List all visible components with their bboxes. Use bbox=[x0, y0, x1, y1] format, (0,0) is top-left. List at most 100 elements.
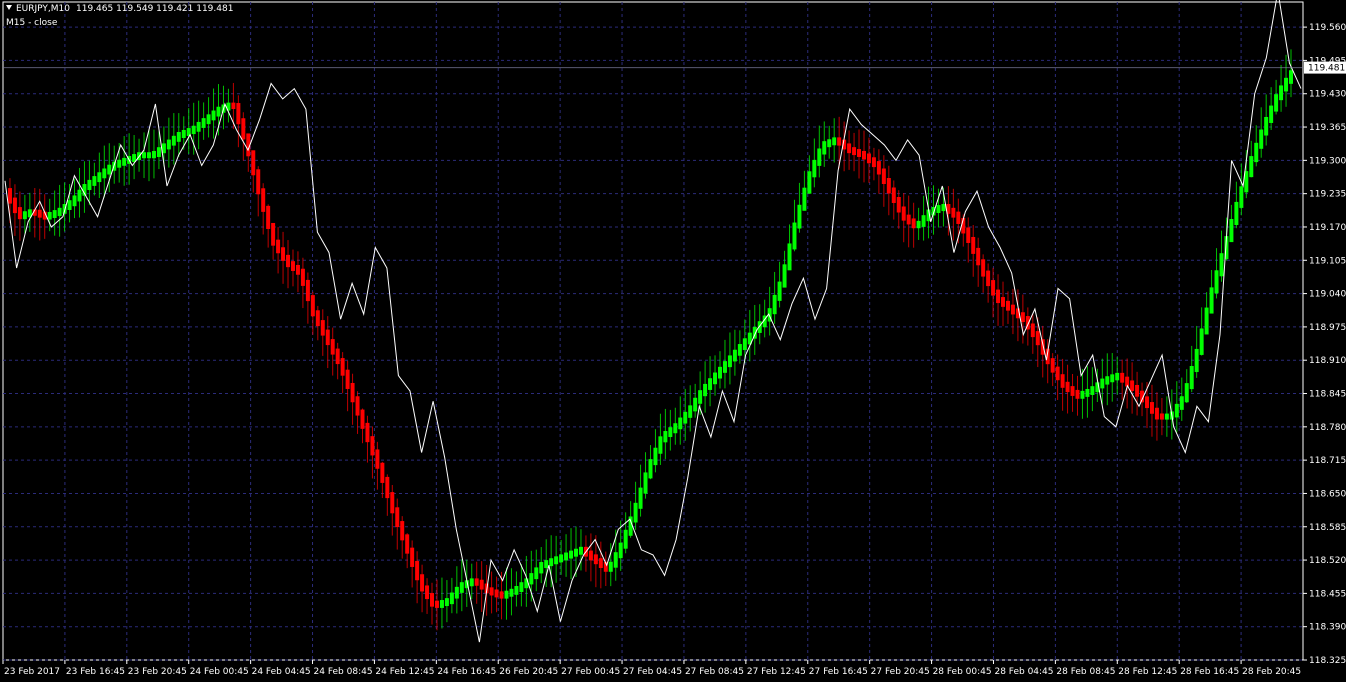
indicator-up-segment bbox=[102, 168, 107, 179]
dropdown-triangle-icon[interactable] bbox=[6, 5, 12, 10]
indicator-down-segment bbox=[251, 150, 256, 176]
x-tick-label: 24 Feb 08:45 bbox=[314, 667, 373, 677]
x-tick-label: 27 Feb 20:45 bbox=[871, 667, 930, 677]
indicator-down-segment bbox=[1070, 386, 1075, 396]
indicator-up-segment bbox=[668, 427, 673, 438]
indicator-down-segment bbox=[365, 422, 370, 443]
indicator-up-segment bbox=[653, 447, 658, 466]
indicator-down-segment bbox=[370, 436, 375, 456]
indicator-down-segment bbox=[911, 218, 916, 229]
y-tick-label: 118.325 bbox=[1309, 656, 1346, 666]
x-tick-label: 28 Feb 04:45 bbox=[994, 667, 1053, 677]
indicator-up-segment bbox=[936, 205, 941, 213]
y-tick-label: 118.650 bbox=[1309, 489, 1346, 499]
indicator-down-segment bbox=[380, 462, 385, 483]
indicator-down-segment bbox=[400, 521, 405, 541]
indicator-up-segment bbox=[107, 164, 112, 175]
indicator-down-segment bbox=[966, 227, 971, 243]
indicator-up-segment bbox=[539, 562, 544, 574]
indicator-down-segment bbox=[355, 396, 360, 416]
symbol-label: EURJPY,M10 bbox=[16, 4, 70, 14]
indicator-down-segment bbox=[1005, 300, 1010, 311]
x-tick-label: 27 Feb 12:45 bbox=[747, 667, 806, 677]
indicator-down-segment bbox=[17, 207, 22, 220]
indicator-up-segment bbox=[72, 195, 77, 207]
indicator-up-segment bbox=[663, 431, 668, 443]
indicator-up-segment bbox=[1269, 105, 1274, 123]
indicator-up-segment bbox=[196, 121, 201, 132]
indicator-up-segment bbox=[1279, 85, 1284, 101]
indicator-down-segment bbox=[951, 207, 956, 218]
indicator-up-segment bbox=[181, 129, 186, 139]
indicator-up-segment bbox=[439, 600, 444, 608]
indicator-up-segment bbox=[807, 171, 812, 194]
indicator-down-segment bbox=[425, 585, 430, 600]
indicator-up-segment bbox=[713, 372, 718, 385]
indicator-up-segment bbox=[459, 582, 464, 593]
y-tick-label: 119.040 bbox=[1309, 290, 1346, 300]
indicator-up-segment bbox=[727, 355, 732, 368]
indicator-up-segment bbox=[792, 222, 797, 250]
chart-grid bbox=[2, 1, 1304, 661]
indicator-up-segment bbox=[1085, 388, 1090, 397]
y-tick-label: 118.715 bbox=[1309, 456, 1346, 466]
indicator-up-segment bbox=[1234, 201, 1239, 226]
indicator-down-segment bbox=[886, 178, 891, 194]
indicator-up-segment bbox=[146, 152, 151, 159]
indicator-up-segment bbox=[52, 210, 57, 218]
indicator-down-segment bbox=[847, 143, 852, 154]
indicator-up-segment bbox=[1100, 378, 1105, 389]
indicator-up-segment bbox=[1284, 77, 1289, 92]
indicator-down-segment bbox=[857, 149, 862, 157]
x-tick-label: 28 Feb 12:45 bbox=[1118, 667, 1177, 677]
indicator-down-segment bbox=[881, 168, 886, 185]
indicator-up-segment bbox=[1110, 374, 1115, 383]
indicator-up-segment bbox=[708, 378, 713, 390]
x-tick-label: 24 Feb 16:45 bbox=[437, 667, 496, 677]
indicator-up-segment bbox=[216, 106, 221, 117]
indicator-up-segment bbox=[1209, 287, 1214, 314]
indicator-up-segment bbox=[569, 550, 574, 559]
indicator-down-segment bbox=[434, 600, 439, 608]
indicator-down-segment bbox=[261, 188, 266, 212]
indicator-band bbox=[9, 49, 1292, 631]
indicator-up-segment bbox=[151, 150, 156, 159]
indicator-down-segment bbox=[37, 209, 42, 218]
indicator-down-segment bbox=[315, 310, 320, 327]
indicator-up-segment bbox=[449, 592, 454, 605]
indicator-up-segment bbox=[201, 118, 206, 128]
indicator-down-segment bbox=[231, 102, 236, 110]
indicator-up-segment bbox=[509, 588, 514, 597]
indicator-down-segment bbox=[866, 153, 871, 164]
indicator-up-segment bbox=[1105, 376, 1110, 385]
x-tick-label: 28 Feb 00:45 bbox=[933, 667, 992, 677]
price-chart[interactable]: 119.560119.495119.430119.365119.300119.2… bbox=[0, 0, 1346, 682]
indicator-down-segment bbox=[320, 320, 325, 336]
indicator-down-segment bbox=[956, 211, 961, 224]
indicator-down-segment bbox=[1020, 312, 1025, 323]
indicator-down-segment bbox=[286, 254, 291, 268]
indicator-down-segment bbox=[479, 579, 484, 590]
price-axis: 119.560119.495119.430119.365119.300119.2… bbox=[1303, 23, 1346, 666]
indicator-down-segment bbox=[390, 492, 395, 514]
indicator-down-segment bbox=[1135, 384, 1140, 397]
indicator-up-segment bbox=[166, 139, 171, 150]
chart-header: EURJPY,M10 119.465 119.549 119.421 119.48… bbox=[6, 4, 233, 14]
x-tick-label: 24 Feb 12:45 bbox=[375, 667, 434, 677]
indicator-up-segment bbox=[772, 294, 777, 315]
indicator-up-segment bbox=[1184, 383, 1189, 403]
indicator-down-segment bbox=[300, 268, 305, 286]
indicator-up-segment bbox=[1090, 386, 1095, 395]
indicator-up-segment bbox=[827, 139, 832, 148]
indicator-down-segment bbox=[1060, 374, 1065, 388]
indicator-up-segment bbox=[1189, 366, 1194, 390]
x-tick-label: 24 Feb 00:45 bbox=[190, 667, 249, 677]
indicator-up-segment bbox=[633, 502, 638, 523]
y-tick-label: 119.365 bbox=[1309, 123, 1346, 133]
indicator-down-segment bbox=[271, 222, 276, 246]
close-price-line bbox=[4, 0, 1302, 643]
indicator-down-segment bbox=[891, 187, 896, 204]
indicator-down-segment bbox=[310, 295, 315, 317]
indicator-up-segment bbox=[1219, 253, 1224, 277]
y-tick-label: 119.430 bbox=[1309, 90, 1346, 100]
